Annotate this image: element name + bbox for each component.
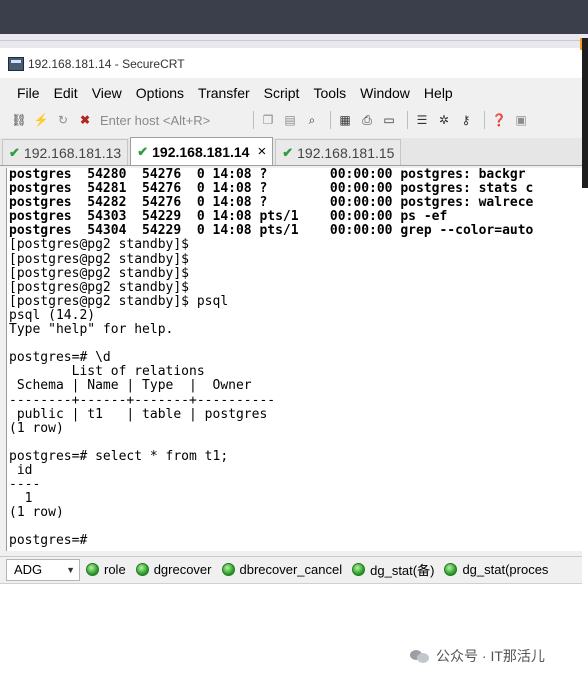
menu-options[interactable]: Options [129,85,191,101]
print-icon[interactable]: ⎙ [358,111,376,129]
menu-tools[interactable]: Tools [306,85,353,101]
menu-window[interactable]: Window [353,85,417,101]
terminal-line: [postgres@pg2 standby]$ [9,251,190,267]
desktop-top-bar [0,0,588,34]
terminal-line: [postgres@pg2 standby]$ psql [9,293,229,309]
toolbar-separator [253,111,254,129]
terminal-line: id [9,462,33,478]
key-icon[interactable]: ⚷ [457,111,475,129]
button-label: role [104,562,126,577]
terminal-line: 1 [9,491,33,507]
terminal-line: List of relations [9,364,205,380]
terminal-line: psql (14.2) [9,307,96,323]
button-bar: ADG ▼ role dgrecover dbrecover_cancel dg… [0,556,582,582]
toolbar: ⛓ ⚡ ↻ ✖ ❐ ▤ ⌕ ▦ ⎙ ▭ ☰ ✲ ⚷ ❓ ▣ [0,106,582,134]
green-circle-icon [86,563,99,576]
menu-help[interactable]: Help [417,85,460,101]
global-options-icon[interactable]: ✲ [435,111,453,129]
menu-script[interactable]: Script [257,85,307,101]
button-dgrecover[interactable]: dgrecover [135,562,212,577]
enter-host-input[interactable] [98,110,248,130]
green-circle-icon [444,563,458,576]
tab-label: 192.168.181.14 [152,143,250,160]
button-label: dg_stat(proces [462,562,549,577]
session-tab-bar: ✔ 192.168.181.13 ✔ 192.168.181.14 × ✔ 19… [0,137,582,166]
menu-view[interactable]: View [85,85,129,101]
tab-192-168-181-15[interactable]: ✔ 192.168.181.15 [275,139,402,165]
find-icon[interactable]: ⌕ [303,111,321,129]
tab-label: 192.168.181.13 [23,144,122,161]
copy-icon[interactable]: ❐ [259,111,277,129]
terminal-line: (1 row) [9,505,64,521]
window-title: 192.168.181.14 - SecureCRT [28,57,185,71]
terminal-line: postgres 54304 54229 0 14:08 pts/1 00:00… [9,223,534,239]
connected-check-icon: ✔ [137,143,149,159]
screen-icon[interactable]: ▣ [512,111,530,129]
tab-label: 192.168.181.15 [297,144,395,161]
wechat-icon [410,648,430,664]
terminal-line: postgres=# \d [9,350,111,366]
connect-icon[interactable]: ⛓ [10,111,28,129]
button-role[interactable]: role [86,562,126,577]
button-dg-stat-standby[interactable]: dg_stat(备) [352,560,434,579]
reconnect-icon[interactable]: ↻ [54,111,72,129]
terminal-line: postgres 54281 54276 0 14:08 ? 00:00:00 … [9,181,534,197]
button-dbrecover-cancel[interactable]: dbrecover_cancel [221,562,343,577]
green-circle-icon [352,563,366,576]
terminal-line: Type "help" for help. [9,322,174,338]
button-dg-stat-process[interactable]: dg_stat(proces [444,562,548,577]
terminal-output[interactable]: postgres 54280 54276 0 14:08 ? 00:00:00 … [6,168,582,551]
button-label: dbrecover_cancel [239,562,343,577]
terminal-line: [postgres@pg2 standby]$ [9,279,190,295]
terminal-line: postgres 54280 54276 0 14:08 ? 00:00:00 … [9,168,526,182]
terminal-line: postgres 54303 54229 0 14:08 pts/1 00:00… [9,209,448,225]
print-screen-icon[interactable]: ▭ [380,111,398,129]
terminal-line: public | t1 | table | postgres [9,406,268,422]
watermark: 公众号 · IT那活儿 [410,646,545,666]
menu-transfer[interactable]: Transfer [191,85,257,101]
menu-bar: File Edit View Options Transfer Script T… [0,80,582,106]
background-window-strip [0,34,588,48]
button-bar-selected-value: ADG [14,562,43,577]
button-bar-selector[interactable]: ADG ▼ [6,558,80,581]
menu-file[interactable]: File [10,85,47,101]
help-icon[interactable]: ❓ [490,111,508,129]
toolbar-separator [484,111,485,129]
tab-192-168-181-14[interactable]: ✔ 192.168.181.14 × [130,137,274,165]
connected-check-icon: ✔ [9,144,20,160]
watermark-text: 公众号 · IT那活儿 [436,648,545,664]
terminal-line: ---- [9,477,41,493]
terminal-line: Schema | Name | Type | Owner [9,378,252,394]
terminal-line: --------+------+-------+---------- [9,392,276,408]
toolbar-separator [330,111,331,129]
green-circle-icon [135,563,149,576]
terminal-line: postgres=# select * from t1; [9,448,229,464]
securecrt-app-icon [8,57,24,71]
terminal-line: postgres 54282 54276 0 14:08 ? 00:00:00 … [9,195,534,211]
print-setup-icon[interactable]: ▦ [336,111,354,129]
terminal-line: [postgres@pg2 standby]$ [9,237,190,253]
session-options-icon[interactable]: ☰ [413,111,431,129]
terminal-line: postgres=# [9,533,88,549]
chevron-down-icon: ▼ [66,564,75,575]
terminal-line: [postgres@pg2 standby]$ [9,265,190,281]
button-label: dg_stat(备) [370,563,435,578]
quick-connect-icon[interactable]: ⚡ [32,111,50,129]
close-tab-icon[interactable]: × [257,143,266,160]
title-bar: 192.168.181.14 - SecureCRT [0,50,582,78]
terminal-line: (1 row) [9,420,64,436]
disconnect-icon[interactable]: ✖ [76,111,94,129]
button-label: dgrecover [153,562,212,577]
securecrt-window: 192.168.181.14 - SecureCRT File Edit Vie… [0,50,582,680]
menu-edit[interactable]: Edit [47,85,85,101]
toolbar-separator [407,111,408,129]
paste-icon[interactable]: ▤ [281,111,299,129]
connected-check-icon: ✔ [282,144,294,160]
tab-192-168-181-13[interactable]: ✔ 192.168.181.13 [2,139,129,165]
green-circle-icon [221,563,235,576]
